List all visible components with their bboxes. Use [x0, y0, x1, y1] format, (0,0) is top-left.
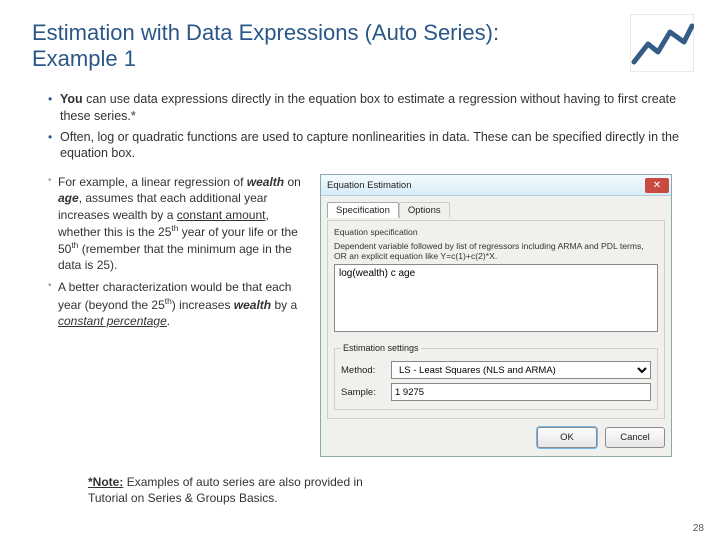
dialog-titlebar: Equation Estimation ✕	[321, 175, 671, 196]
tab-options[interactable]: Options	[399, 202, 450, 218]
equation-spec-label: Equation specification	[334, 227, 658, 237]
footnote: *Note: Examples of auto series are also …	[60, 475, 388, 506]
cancel-button[interactable]: Cancel	[605, 427, 665, 448]
dialog-title: Equation Estimation	[327, 180, 412, 191]
bullet-item: A better characterization would be that …	[48, 279, 312, 329]
logo-icon	[630, 14, 694, 72]
ok-button[interactable]: OK	[537, 427, 597, 448]
close-icon: ✕	[653, 180, 661, 191]
page-title: Estimation with Data Expressions (Auto S…	[32, 20, 552, 73]
bullet-item: For example, a linear regression of weal…	[48, 174, 312, 273]
bullet-item: Often, log or quadratic functions are us…	[48, 129, 688, 163]
tab-specification[interactable]: Specification	[327, 202, 399, 218]
equation-estimation-dialog: Equation Estimation ✕ Specification Opti…	[320, 174, 672, 457]
page-number: 28	[693, 523, 704, 534]
sample-label: Sample:	[341, 387, 385, 398]
footnote-label: *Note:	[88, 475, 123, 489]
method-select[interactable]: LS - Least Squares (NLS and ARMA)	[391, 361, 651, 379]
equation-spec-hint: Dependent variable followed by list of r…	[334, 241, 658, 262]
sample-input[interactable]	[391, 383, 651, 401]
equation-input[interactable]	[334, 264, 658, 332]
close-button[interactable]: ✕	[645, 178, 669, 193]
bullet-list-left: For example, a linear regression of weal…	[32, 174, 312, 329]
method-label: Method:	[341, 365, 385, 376]
footnote-text: Examples of auto series are also provide…	[88, 475, 363, 505]
bullet-item: You can use data expressions directly in…	[48, 91, 688, 125]
estimation-settings-legend: Estimation settings	[341, 343, 421, 353]
bullet-list-top: You can use data expressions directly in…	[32, 91, 688, 163]
